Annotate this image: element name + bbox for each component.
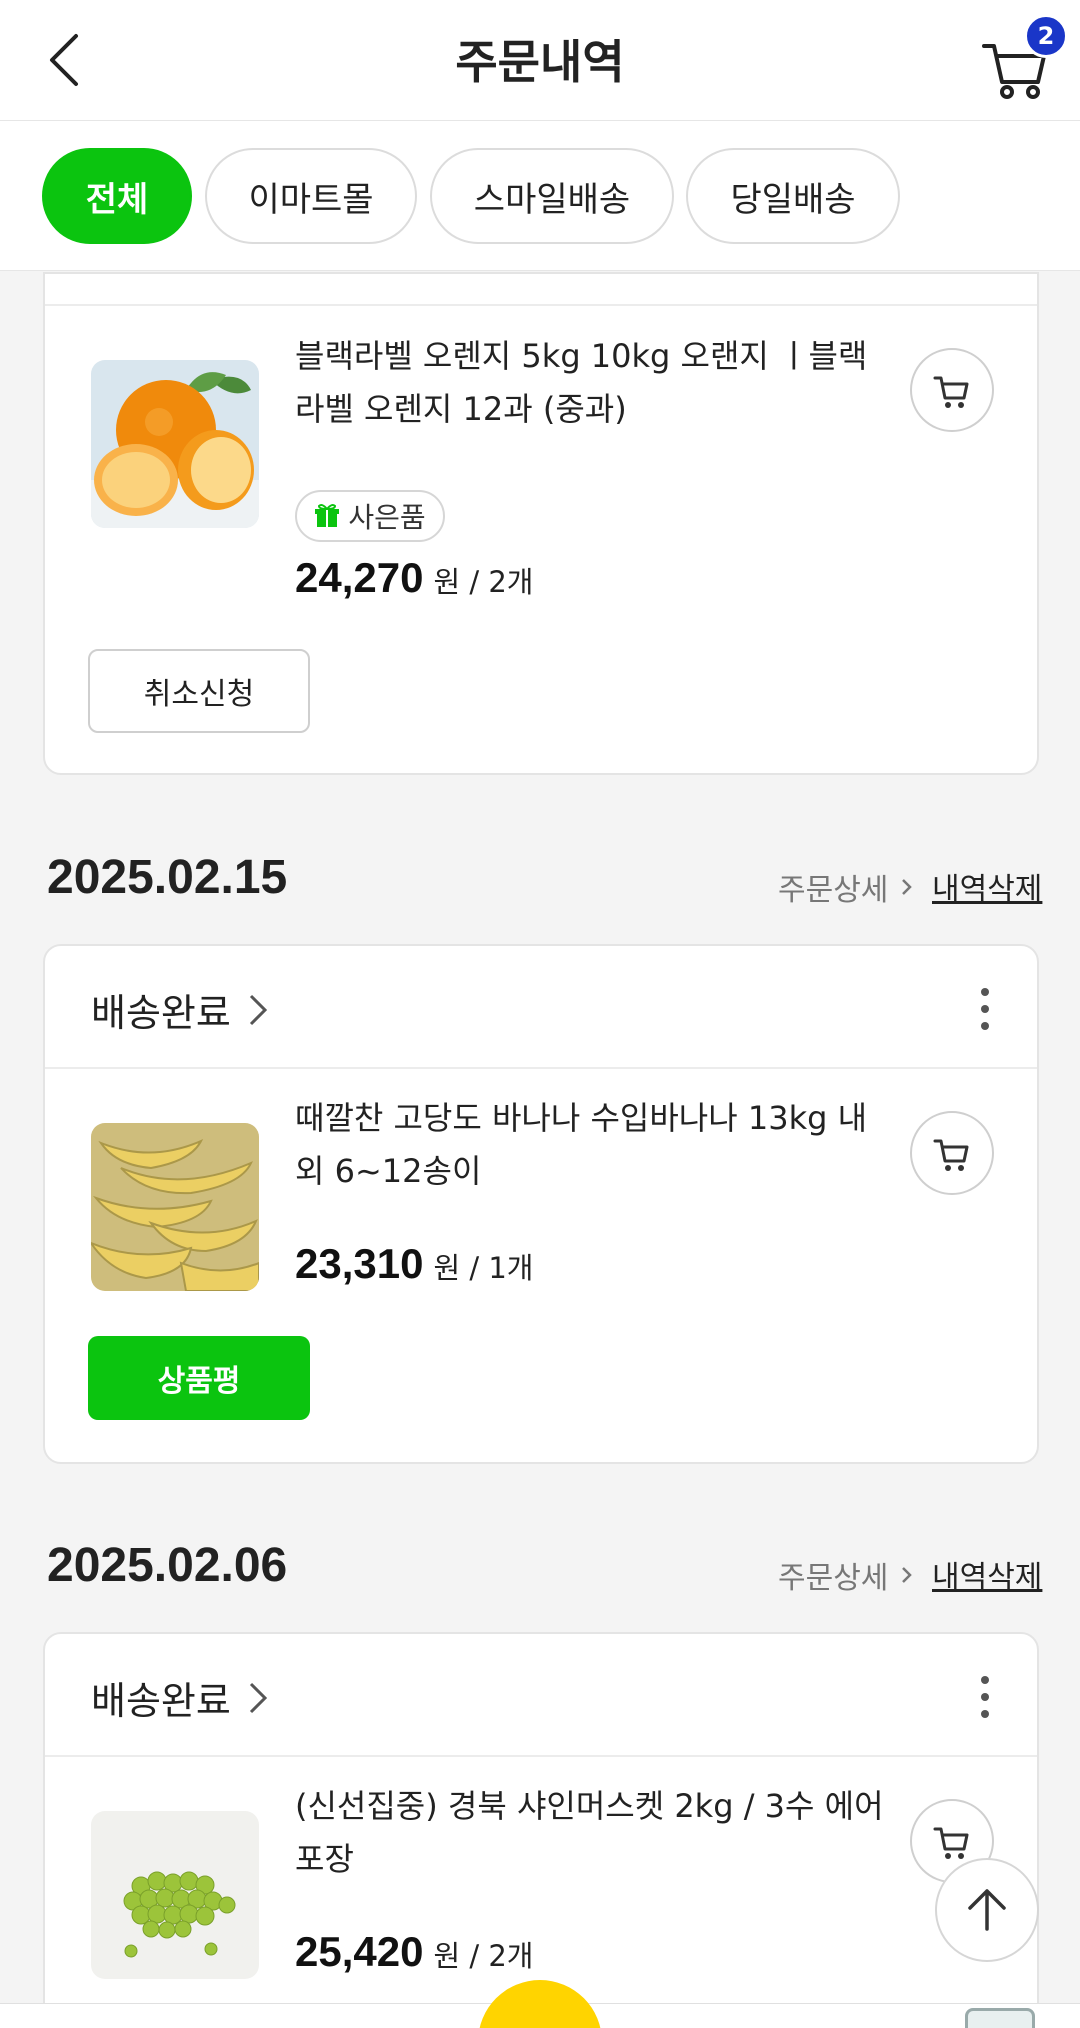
- gift-badge: 사은품: [295, 490, 445, 542]
- price-row: 25,420 원 / 2개: [295, 1928, 534, 1976]
- cart-icon: [933, 1139, 969, 1171]
- order-card: 배송완료 (신선집중) 경북 샤인머스켓 2kg / 3수 에어포장 25,42…: [43, 1632, 1039, 2028]
- price-row: 23,310 원 / 1개: [295, 1240, 534, 1288]
- grapes-image: [91, 1811, 259, 1979]
- filter-tabs: 전체 이마트몰 스마일배송 당일배송: [0, 121, 1080, 271]
- product-name[interactable]: (신선집중) 경북 샤인머스켓 2kg / 3수 에어포장: [295, 1780, 895, 1886]
- price-unit: 원 / 2개: [433, 1939, 534, 1973]
- scroll-to-top-button[interactable]: [935, 1858, 1039, 1962]
- page-title: 주문내역: [455, 35, 625, 89]
- tab-emart-mall[interactable]: 이마트몰: [205, 148, 417, 244]
- tab-smile-delivery[interactable]: 스마일배송: [430, 148, 674, 244]
- delivery-status: 배송완료: [91, 991, 231, 1035]
- price-unit: 원 / 2개: [433, 565, 534, 599]
- product-name[interactable]: 때깔찬 고당도 바나나 수입바나나 13kg 내외 6~12송이: [295, 1092, 895, 1198]
- price-row: 24,270 원 / 2개: [295, 554, 534, 602]
- delivery-status: 배송완료: [91, 1679, 231, 1723]
- product-image-orange[interactable]: [91, 360, 259, 528]
- chevron-right-icon: [902, 879, 913, 895]
- tab-same-day-delivery[interactable]: 당일배송: [686, 148, 900, 244]
- add-to-cart-button[interactable]: [910, 348, 994, 432]
- chevron-right-icon: [249, 1682, 267, 1713]
- product-image-banana[interactable]: [91, 1123, 259, 1291]
- banana-image: [91, 1123, 259, 1291]
- order-detail-link[interactable]: 주문상세: [778, 1553, 918, 1597]
- order-detail-label: 주문상세: [778, 1561, 889, 1596]
- product-name[interactable]: 블랙라벨 오렌지 5kg 10kg 오랜지 ㅣ블랙라벨 오렌지 12과 (중과): [295, 330, 895, 436]
- delete-history-link[interactable]: 내역삭제: [932, 864, 1042, 908]
- order-detail-link[interactable]: 주문상세: [778, 865, 918, 909]
- order-date: 2025.02.06: [47, 1539, 288, 1592]
- more-vertical-icon[interactable]: [975, 984, 995, 1034]
- cart-count-badge: 2: [1024, 14, 1068, 58]
- product-image-grapes[interactable]: [91, 1811, 259, 1979]
- delivery-status-link[interactable]: 배송완료: [91, 1670, 271, 1725]
- delivery-status-link[interactable]: 배송완료: [91, 982, 271, 1037]
- price: 23,310: [295, 1240, 424, 1287]
- cancel-request-button[interactable]: 취소신청: [88, 649, 310, 733]
- add-to-cart-button[interactable]: [910, 1111, 994, 1195]
- order-detail-label: 주문상세: [778, 873, 889, 908]
- price: 24,270: [295, 554, 424, 601]
- delete-history-link[interactable]: 내역삭제: [932, 1552, 1042, 1596]
- arrow-up-icon: [968, 1889, 1006, 1931]
- order-card: 배송완료 때깔찬 고당도 바나나 수입바나나 13kg 내외 6~12송이 23…: [43, 944, 1039, 1464]
- orange-image: [91, 360, 259, 528]
- write-review-button[interactable]: 상품평: [88, 1336, 310, 1420]
- chevron-right-icon: [249, 994, 267, 1025]
- order-date: 2025.02.15: [47, 851, 288, 904]
- chevron-right-icon: [902, 1567, 913, 1583]
- more-vertical-icon[interactable]: [975, 1672, 995, 1722]
- bottom-tab-icon[interactable]: [965, 2008, 1035, 2028]
- header: 주문내역 2: [0, 0, 1080, 121]
- price-unit: 원 / 1개: [433, 1251, 534, 1285]
- gift-icon: [314, 503, 340, 529]
- price: 25,420: [295, 1928, 424, 1975]
- order-card: 블랙라벨 오렌지 5kg 10kg 오랜지 ㅣ블랙라벨 오렌지 12과 (중과)…: [43, 272, 1039, 775]
- cart-icon: [933, 1827, 969, 1859]
- gift-label: 사은품: [348, 501, 426, 534]
- cart-icon: [933, 376, 969, 408]
- tab-all[interactable]: 전체: [42, 148, 192, 244]
